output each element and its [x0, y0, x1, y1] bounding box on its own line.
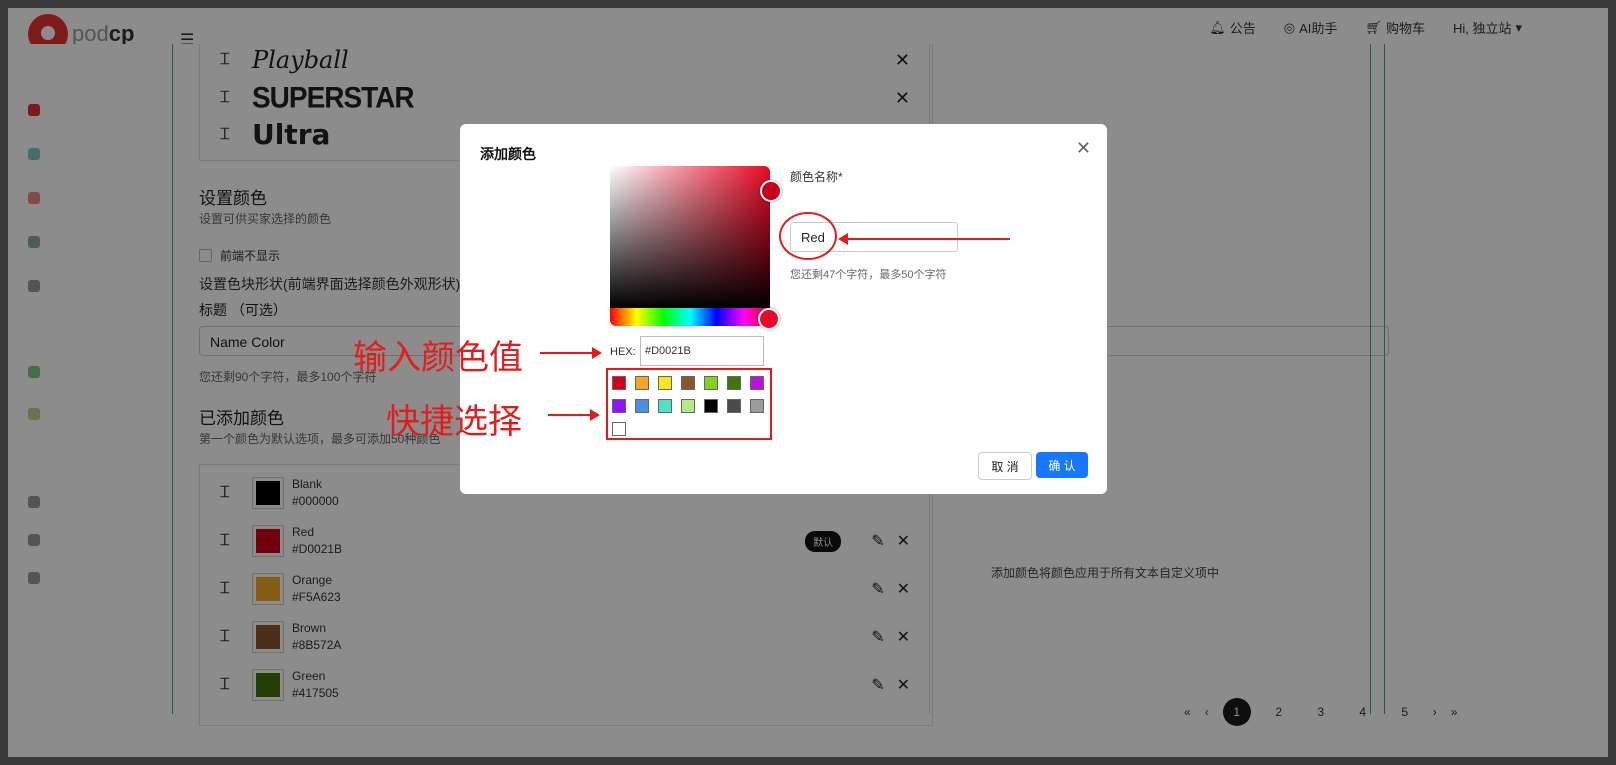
hex-label: HEX: — [610, 346, 636, 358]
color-name-hint: 您还剩47个字符，最多50个字符 — [790, 269, 947, 281]
preset-swatch[interactable] — [727, 376, 741, 390]
preset-swatch[interactable] — [658, 399, 672, 413]
arrow-annotation — [540, 347, 602, 359]
preset-swatch[interactable] — [750, 376, 764, 390]
preset-swatch[interactable] — [704, 399, 718, 413]
preset-swatch[interactable] — [681, 376, 695, 390]
preset-swatch[interactable] — [612, 399, 626, 413]
preset-swatch[interactable] — [727, 399, 741, 413]
cancel-button[interactable]: 取 消 — [978, 452, 1032, 480]
highlight-circle — [779, 212, 837, 260]
preset-swatch[interactable] — [658, 376, 672, 390]
add-color-dialog: 添加颜色 ✕ HEX: #D0021B 颜色名称* Red 您还剩47个字符，最… — [460, 124, 1107, 494]
arrow-annotation — [548, 409, 600, 421]
hex-annotation: 输入颜色值 — [353, 338, 523, 378]
hue-slider[interactable] — [610, 308, 770, 326]
preset-swatch[interactable] — [635, 376, 649, 390]
preset-swatch[interactable] — [704, 376, 718, 390]
preset-swatch[interactable] — [612, 376, 626, 390]
close-icon[interactable]: ✕ — [1076, 138, 1091, 159]
hex-input[interactable]: #D0021B — [640, 336, 764, 366]
preset-swatches — [606, 368, 772, 440]
preset-swatch[interactable] — [612, 422, 626, 436]
preset-swatch[interactable] — [750, 399, 764, 413]
preset-swatch[interactable] — [681, 399, 695, 413]
preset-annotation: 快捷选择 — [386, 402, 522, 442]
arrow-annotation — [838, 233, 1010, 245]
saturation-handle[interactable] — [760, 180, 782, 202]
dialog-title: 添加颜色 — [480, 146, 536, 162]
preset-swatch[interactable] — [635, 399, 649, 413]
confirm-button[interactable]: 确 认 — [1036, 452, 1088, 478]
color-name-label: 颜色名称* — [790, 170, 843, 184]
saturation-picker[interactable] — [610, 166, 770, 308]
hue-handle[interactable] — [758, 308, 780, 330]
